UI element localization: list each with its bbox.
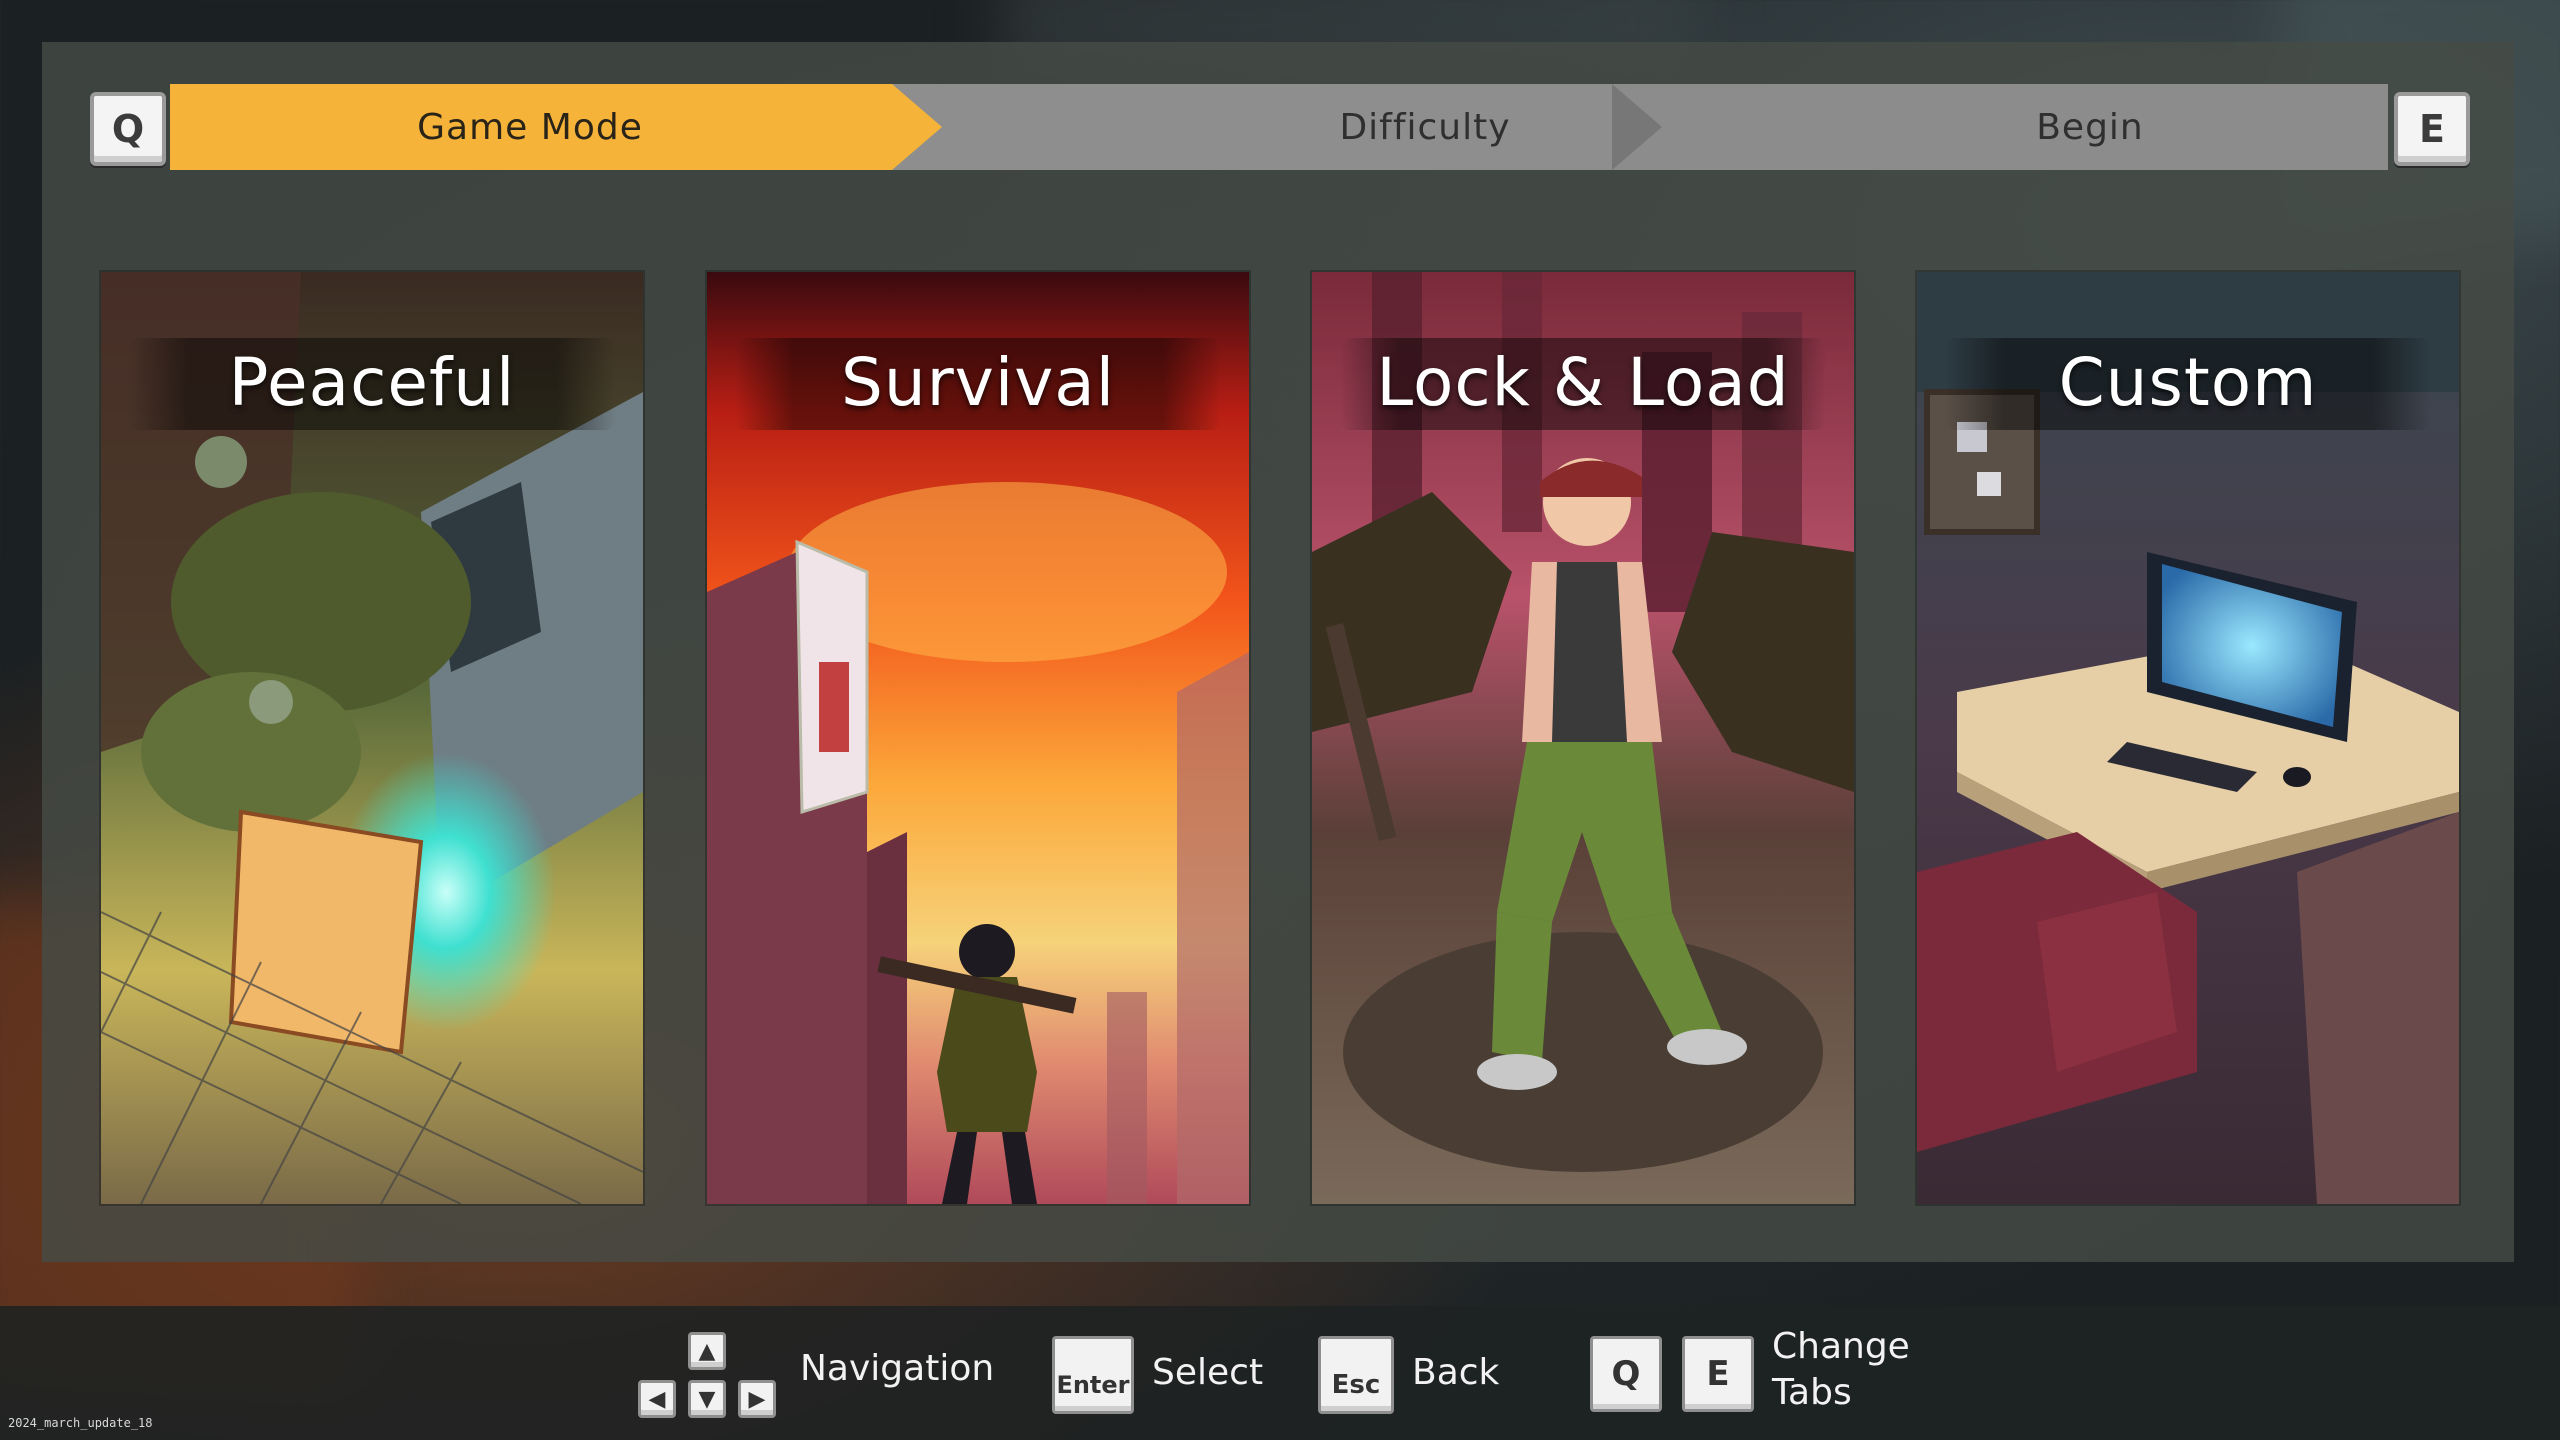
back-hint-label: Back	[1412, 1352, 1500, 1393]
tab-bar: Game Mode Difficulty Begin	[170, 84, 2388, 170]
q-key: Q	[1590, 1336, 1662, 1412]
prev-tab-key[interactable]: Q	[90, 92, 166, 166]
mode-card-peaceful[interactable]: Peaceful	[101, 272, 643, 1204]
e-key: E	[1682, 1336, 1754, 1412]
next-tab-key[interactable]: E	[2394, 92, 2470, 166]
control-hints-bar: ▲ ◀ ▼ ▶ Navigation Enter Select Esc Back…	[0, 1306, 2560, 1440]
down-arrow-icon: ▼	[688, 1380, 726, 1418]
change-tabs-hint-label-line1: Change	[1772, 1326, 1910, 1367]
change-tabs-hint-label-line2: Tabs	[1772, 1372, 1852, 1413]
select-hint-label: Select	[1152, 1352, 1264, 1393]
card-title-survival: Survival	[840, 344, 1116, 421]
card-title-custom: Custom	[2058, 344, 2318, 421]
esc-key: Esc	[1318, 1336, 1394, 1414]
card-title-lock-and-load: Lock & Load	[1376, 344, 1790, 421]
up-arrow-icon: ▲	[688, 1332, 726, 1370]
mode-card-custom[interactable]: Custom	[1917, 272, 2459, 1204]
mode-card-survival[interactable]: Survival	[707, 272, 1249, 1204]
left-arrow-icon: ◀	[638, 1380, 676, 1418]
card-title-peaceful: Peaceful	[228, 344, 516, 421]
build-version-label: 2024_march_update_18	[8, 1416, 153, 1430]
tab-game-mode[interactable]: Game Mode	[170, 84, 890, 170]
mode-card-lock-and-load[interactable]: Lock & Load	[1312, 272, 1854, 1204]
tab-begin[interactable]: Begin	[1790, 84, 2390, 170]
sale-sign	[819, 662, 849, 752]
right-arrow-icon: ▶	[738, 1380, 776, 1418]
navigation-hint-label: Navigation	[800, 1348, 995, 1389]
enter-key: Enter	[1052, 1336, 1134, 1414]
tab-difficulty[interactable]: Difficulty	[930, 84, 1920, 170]
